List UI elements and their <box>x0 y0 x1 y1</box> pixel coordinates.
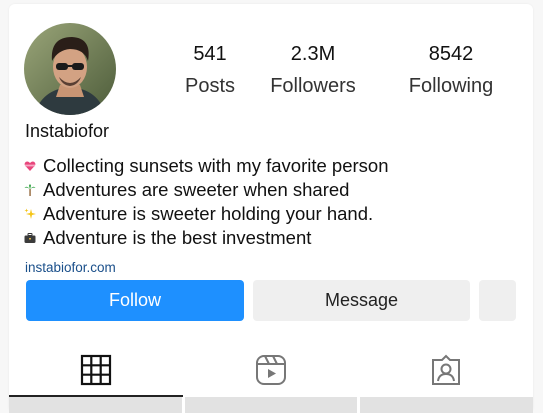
grid-cell[interactable] <box>185 397 357 413</box>
posts-count: 541 <box>193 43 227 65</box>
profile-link[interactable]: instabiofor.com <box>25 260 116 275</box>
heart-ribbon-icon <box>23 159 37 173</box>
grid-cell[interactable] <box>9 397 182 413</box>
stat-following[interactable]: 8542 Following <box>391 42 511 98</box>
message-button[interactable]: Message <box>253 280 470 321</box>
bio-line: Adventure is the best investment <box>23 226 388 250</box>
bio-line: Collecting sunsets with my favorite pers… <box>23 154 388 178</box>
grid-cell[interactable] <box>360 397 533 413</box>
following-count: 8542 <box>428 43 474 65</box>
bio: Collecting sunsets with my favorite pers… <box>23 154 388 250</box>
bio-text: Collecting sunsets with my favorite pers… <box>43 155 389 176</box>
followers-label: Followers <box>270 75 356 97</box>
more-options-button[interactable] <box>479 280 516 321</box>
tab-reels[interactable] <box>184 352 358 392</box>
bio-line: Adventures are sweeter when shared <box>23 178 388 202</box>
bio-text: Adventure is sweeter holding your hand. <box>43 203 374 224</box>
followers-count: 2.3M <box>290 43 336 65</box>
reels-icon <box>255 354 287 391</box>
tagged-icon <box>430 354 462 391</box>
bio-line: Adventure is sweeter holding your hand. <box>23 202 388 226</box>
briefcase-icon <box>23 231 37 245</box>
tab-tagged[interactable] <box>359 352 533 392</box>
sparkles-icon <box>23 207 37 221</box>
bio-text: Adventures are sweeter when shared <box>43 179 350 200</box>
grid-preview <box>9 397 533 413</box>
posts-label: Posts <box>184 75 236 97</box>
profile-card: 541 Posts 2.3M Followers 8542 Following … <box>9 4 533 413</box>
stat-followers[interactable]: 2.3M Followers <box>253 42 373 98</box>
bio-text: Adventure is the best investment <box>43 227 312 248</box>
username: Instabiofor <box>25 121 110 141</box>
palm-tree-icon <box>23 183 37 197</box>
follow-button[interactable]: Follow <box>26 280 244 321</box>
stat-posts[interactable]: 541 Posts <box>150 42 270 98</box>
tab-posts[interactable] <box>9 352 183 392</box>
avatar[interactable] <box>24 23 116 115</box>
following-label: Following <box>408 75 494 97</box>
grid-icon <box>80 354 112 391</box>
